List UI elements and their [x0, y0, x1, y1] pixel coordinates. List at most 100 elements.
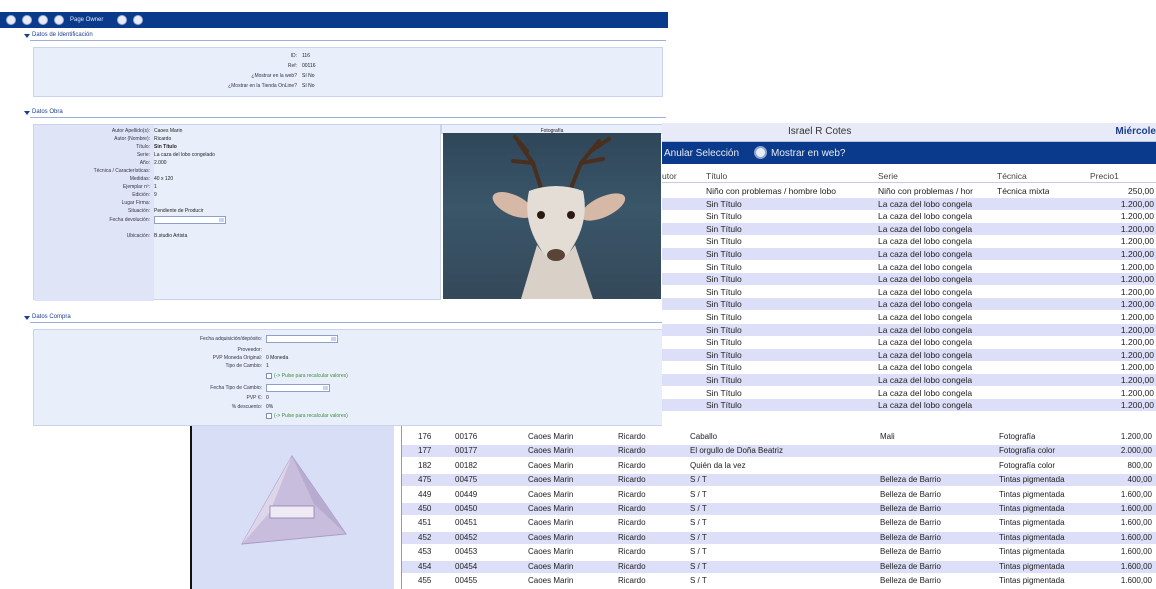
show-shop-radios[interactable]: Sí No: [302, 83, 315, 89]
grid-row[interactable]: Sin Título La caza del lobo congela 1.200,…: [662, 374, 1156, 386]
table-row[interactable]: 452 00452 Caoes Marin Ricardo S / T Belleza d…: [402, 531, 1156, 544]
back-icon[interactable]: [6, 15, 16, 25]
show-web-button[interactable]: Mostrar en web?: [771, 148, 845, 159]
table-row[interactable]: 453 00453 Caoes Marin Ricardo S / T Belleza d…: [402, 546, 1156, 558]
pvp-original-value: 0 Moneda: [266, 355, 289, 361]
table-row[interactable]: 450 00450 Caoes Marin Ricardo S / T Belleza d…: [402, 503, 1156, 515]
table-row[interactable]: 177 00177 Caoes Marin Ricardo El orgullo de …: [402, 445, 1156, 458]
author-surname-label: Autor Apellido(s):: [111, 128, 150, 134]
column-header-author[interactable]: utor: [662, 171, 677, 181]
table-row[interactable]: 475 00475 Caoes Marin Ricardo S / T Belleza d…: [402, 474, 1156, 487]
grid-row[interactable]: Sin Título La caza del lobo congela 1.200,…: [662, 323, 1156, 336]
grid-cell-serie: La caza del lobo congela: [878, 375, 973, 385]
grid-cell-precio: 1.200,00: [1120, 211, 1154, 222]
deer-photo-svg: [492, 135, 626, 299]
recalculate-checkbox[interactable]: [266, 373, 272, 379]
recalculate-note[interactable]: (-> Pulse para recalcular valores): [274, 413, 348, 419]
signature-place-label: Lugar Firma:: [121, 200, 150, 206]
page-owner-icon[interactable]: [54, 15, 64, 25]
globe-icon[interactable]: [754, 146, 767, 159]
exchange-date-combo[interactable]: [266, 384, 330, 392]
column-header-series[interactable]: Serie: [878, 171, 898, 181]
table-cell-serie: Mali: [880, 432, 895, 441]
show-web-radios[interactable]: Sí No: [302, 73, 315, 79]
table-row[interactable]: 449 00449 Caoes Marin Ricardo S / T Belleza d…: [402, 489, 1156, 501]
table-cell-serie: Belleza de Barrio: [880, 532, 941, 542]
recalculate-note[interactable]: (-> Pulse para recalcular valores): [274, 373, 348, 379]
grid-cell-serie: La caza del lobo congela: [878, 349, 973, 360]
grid-cell-serie: La caza del lobo congela: [878, 249, 973, 259]
print-icon[interactable]: [38, 15, 48, 25]
id-value: 116: [302, 53, 310, 59]
table-cell-precio: 400,00: [1127, 475, 1152, 485]
table-row[interactable]: 455 00455 Caoes Marin Ricardo S / T Belleza d…: [402, 575, 1156, 587]
grid-row[interactable]: Sin Título La caza del lobo congela 1.200,…: [662, 222, 1156, 235]
column-header-price[interactable]: Precio1: [1090, 171, 1119, 181]
purchase-section-title[interactable]: Datos Compra: [32, 314, 71, 320]
grid-row[interactable]: Sin Título La caza del lobo congela 1.200,…: [662, 286, 1156, 298]
identification-section-title[interactable]: Datos de Identificación: [32, 32, 93, 38]
grid-row[interactable]: Niño con problemas / hombre lobo Niño con…: [662, 185, 1156, 197]
table-cell-precio: 1.600,00: [1120, 561, 1152, 571]
grid-toolbar: Anular Selección Mostrar en web?: [662, 142, 1156, 164]
grid-cell-serie: La caza del lobo congela: [878, 387, 973, 398]
author-name-value: Ricardo: [154, 136, 172, 142]
collapse-work-icon[interactable]: [24, 111, 30, 115]
table-cell-titulo: S / T: [690, 532, 707, 542]
minus-icon[interactable]: [133, 15, 144, 25]
grid-cell-serie: La caza del lobo congela: [878, 261, 973, 272]
grid-row[interactable]: Sin Título La caza del lobo congela 1.200,…: [662, 261, 1156, 273]
grid-row[interactable]: Sin Título La caza del lobo congela 1.200,…: [662, 348, 1156, 361]
collapse-identification-icon[interactable]: [24, 34, 30, 38]
grid-row[interactable]: Sin Título La caza del lobo congela 1.200,…: [662, 235, 1156, 247]
grid-row[interactable]: Sin Título La caza del lobo congela 1.200,…: [662, 399, 1156, 412]
grid-row[interactable]: Sin Título La caza del lobo congela 1.200,…: [662, 336, 1156, 348]
recalculate-checkbox[interactable]: [266, 413, 272, 419]
page-owner-label[interactable]: Page Owner: [70, 17, 103, 23]
table-cell-apellido: Caoes Marin: [528, 518, 574, 528]
add-icon[interactable]: [117, 15, 128, 25]
collapse-purchase-icon[interactable]: [24, 316, 30, 320]
grid-row[interactable]: Sin Título La caza del lobo congela 1.200,…: [662, 298, 1156, 311]
return-date-combo[interactable]: [154, 216, 226, 224]
acquisition-date-combo[interactable]: [266, 335, 338, 343]
table-row[interactable]: 182 00182 Caoes Marin Ricardo Quién da la ve…: [402, 460, 1156, 472]
copy-value: 1: [154, 184, 157, 190]
grid-row[interactable]: Sin Título La caza del lobo congela 1.200,…: [662, 387, 1156, 399]
section-divider: [30, 40, 666, 41]
table-cell-tecnica: Tintas pigmentada: [999, 475, 1065, 485]
table-cell-titulo: S / T: [690, 489, 707, 499]
table-cell-id: 450: [418, 504, 432, 513]
table-row[interactable]: 451 00451 Caoes Marin Ricardo S / T Belleza d…: [402, 517, 1156, 529]
artwork-photo[interactable]: [443, 133, 661, 299]
table-cell-serie: Belleza de Barrio: [880, 576, 941, 585]
pyramid-logo-icon: [241, 455, 347, 545]
table-row[interactable]: 176 00176 Caoes Marin Ricardo Caballo Mali Fot…: [402, 431, 1156, 443]
right-ear: [580, 193, 626, 221]
table-cell-titulo: Caballo: [690, 432, 718, 441]
clear-selection-button[interactable]: Anular Selección: [664, 148, 739, 159]
section-divider: [30, 322, 666, 323]
table-cell-nombre: Ricardo: [618, 576, 646, 585]
series-label: Serie:: [136, 152, 150, 158]
grid-row[interactable]: Sin Título La caza del lobo congela 1.200,…: [662, 210, 1156, 222]
grid-cell-precio: 1.200,00: [1120, 198, 1154, 209]
grid-titlebar: Israel R Cotes Miércole: [662, 123, 1156, 142]
help-icon[interactable]: [22, 15, 32, 25]
grid-row[interactable]: Sin Título La caza del lobo congela 1.200,…: [662, 197, 1156, 210]
table-cell-precio: 2.000,00: [1120, 446, 1152, 456]
table-row[interactable]: 454 00454 Caoes Marin Ricardo S / T Belleza d…: [402, 560, 1156, 573]
grid-row[interactable]: Sin Título La caza del lobo congela 1.200,…: [662, 361, 1156, 373]
column-header-technique[interactable]: Técnica: [997, 171, 1027, 181]
table-cell-apellido: Caoes Marin: [528, 489, 574, 499]
measures-value: 40 x 120: [154, 176, 174, 182]
grid-row[interactable]: Sin Título La caza del lobo congela 1.200,…: [662, 248, 1156, 260]
column-header-title[interactable]: Título: [706, 171, 727, 181]
grid-row[interactable]: Sin Título La caza del lobo congela 1.200,…: [662, 273, 1156, 286]
table-cell-tecnica: Fotografía color: [999, 460, 1056, 470]
table-cell-tecnica: Fotografía color: [999, 446, 1056, 456]
work-section-title[interactable]: Datos Obra: [32, 109, 63, 115]
table-cell-titulo: S / T: [690, 576, 707, 585]
antlers: [511, 135, 611, 190]
grid-row[interactable]: Sin Título La caza del lobo congela 1.200,…: [662, 311, 1156, 323]
